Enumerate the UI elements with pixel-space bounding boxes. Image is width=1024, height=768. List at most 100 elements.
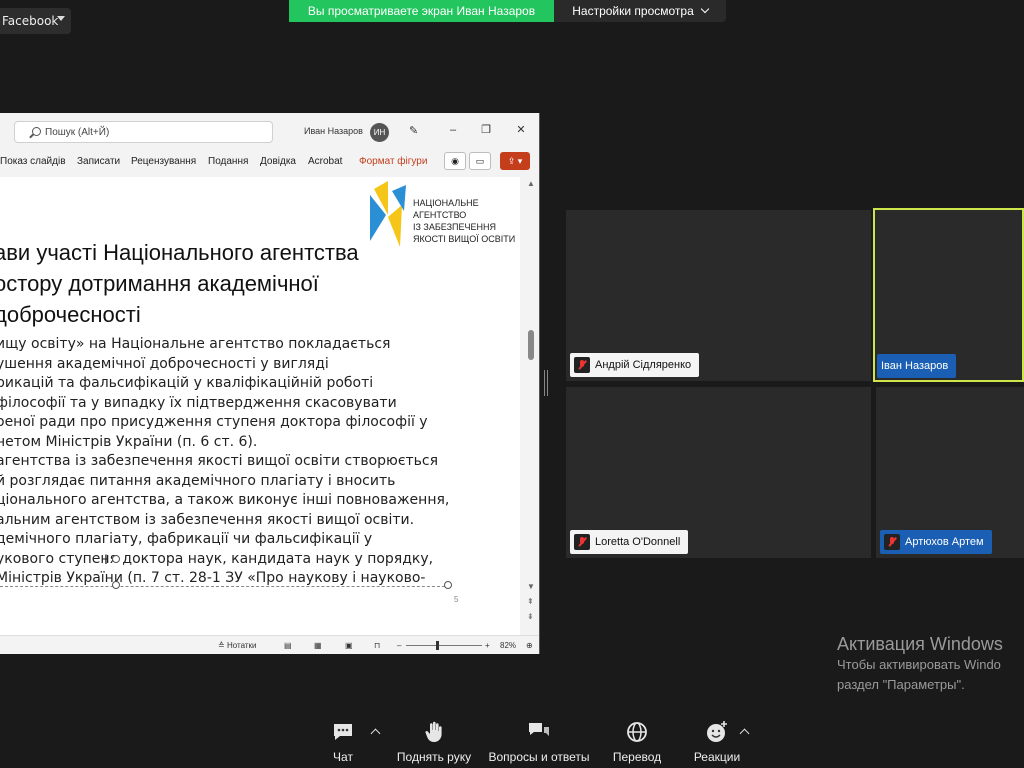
pen-icon[interactable]: ✎ [409,125,421,137]
resize-handle[interactable] [112,581,120,589]
heading-line: доброчесності [0,302,141,327]
participant-tile[interactable]: Артюхов Артем [876,387,1024,558]
page-number: 5 [454,595,459,604]
tab-review[interactable]: Рецензування [131,156,196,167]
page-down-icon[interactable]: ⇟ [527,612,534,621]
slide-sorter-icon[interactable]: ▦ [314,641,322,650]
body-line: філософії та у випадку їх підтвердження … [0,394,397,411]
activation-line: Чтобы активировать Windo [837,657,1001,672]
chat-options-icon[interactable] [370,728,381,739]
body-line: альним агентством із забезпечення якості… [0,511,415,528]
view-options-label: Настройки просмотра [572,4,694,18]
zoom-slider[interactable] [406,645,482,646]
notes-button[interactable]: ≙ Нотатки [218,641,256,650]
participant-name: Loretta O'Donnell [595,536,681,548]
screen-share-banner: Вы просматриваете экран Иван Назаров [289,0,554,22]
mic-muted-icon [574,534,590,550]
restore-icon[interactable]: ❐ [480,124,492,136]
selection-border [0,586,450,587]
comment-icon[interactable]: ▭ [469,152,491,170]
body-line: демічного плагіату, фабрикації чи фальси… [0,531,373,547]
facebook-dropdown-label: Facebook [2,14,59,28]
slide-body: ищу освіту» на Національне агентство пок… [0,335,460,589]
rotate-handle[interactable] [112,555,120,563]
participant-name: Андрій Сідляренко [595,359,692,371]
zoom-level[interactable]: 82% [500,641,516,650]
chat-label: Чат [333,750,353,764]
fit-slide-icon[interactable]: ⊕ [526,641,533,650]
translate-button[interactable]: Перевод [610,720,664,768]
globe-icon [627,722,647,742]
body-line: рикацій та фальсифікацій у кваліфікаційн… [0,375,374,391]
tab-help[interactable]: Довідка [260,156,296,167]
zoom-slider-knob[interactable] [436,641,439,650]
chat-icon [334,724,352,740]
mic-muted-icon [884,534,900,550]
mic-muted-icon [574,357,590,373]
heading-line: остору дотримання академічної [0,271,319,296]
minimize-icon[interactable]: – [447,124,459,136]
scroll-up-icon[interactable]: ▲ [527,179,535,188]
facebook-dropdown[interactable]: Facebook [0,8,71,34]
heading-line: ави участі Національного агентства [0,240,359,265]
normal-view-icon[interactable]: ▤ [284,641,292,650]
participant-tile[interactable]: Loretta O'Donnell [566,387,871,558]
search-icon [32,127,41,136]
chevron-down-icon [700,4,710,14]
record-icon[interactable]: ◉ [444,152,466,170]
share-icon[interactable]: ⇪ ▾ [500,152,530,170]
tab-slideshow[interactable]: Показ слайдів [0,156,66,167]
splitter-handle[interactable] [544,370,548,396]
body-line: укового ступеня доктора наук, кандидата … [0,550,434,567]
body-line: нетом Міністрів України (п. 6 ст. 6). [0,433,258,450]
body-line: агентства із забезпечення якості вищої о… [0,453,439,469]
participant-name-tag: Іван Назаров [877,354,957,378]
body-line: ищу освіту» на Національне агентство пок… [0,336,391,352]
zoom-out-icon[interactable]: – [397,641,401,650]
activation-title: Активация Windows [837,634,1003,654]
participant-name: Іван Назаров [881,360,949,372]
reactions-button[interactable]: Реакции [692,720,742,768]
tab-shape-format[interactable]: Формат фігури [359,156,427,167]
windows-activation-watermark: Активация Windows Чтобы активировать Win… [837,633,1003,695]
ppt-statusbar: ≙ Нотатки ▤ ▦ ▣ ⊓ – + 82% ⊕ [0,635,539,654]
body-line: оеної ради про присудження ступеня докто… [0,414,428,430]
tab-acrobat[interactable]: Acrobat [308,156,342,167]
hand-icon [425,721,442,742]
avatar[interactable]: ИН [370,123,389,142]
resize-handle[interactable] [444,581,452,589]
notes-label: Нотатки [226,641,257,650]
slide-canvas[interactable]: НАЦІОНАЛЬНЕ АГЕНТСТВО ІЗ ЗАБЕЗПЕЧЕННЯ ЯК… [0,177,520,635]
vertical-scrollbar[interactable]: ▲ ▼ ⇞ ⇟ [522,177,539,635]
scroll-thumb[interactable] [528,330,534,360]
participant-name-tag: Артюхов Артем [880,530,992,554]
qa-button[interactable]: Вопросы и ответы [486,720,592,768]
chat-button[interactable]: Чат [326,720,360,768]
participant-tile[interactable]: Андрій Сідляренко [566,210,871,381]
page-up-icon[interactable]: ⇞ [527,597,534,606]
ppt-search-input[interactable]: Пошук (Alt+Й) [14,121,273,143]
scroll-down-icon[interactable]: ▼ [527,582,535,591]
ppt-titlebar: Пошук (Alt+Й) Иван Назаров ИН ✎ – ❐ ✕ [0,113,539,149]
participant-name-tag: Loretta O'Donnell [570,530,689,554]
reading-view-icon[interactable]: ▣ [345,641,353,650]
ppt-user-name: Иван Назаров [304,126,363,136]
body-line: ушення академічної доброчесності у вигля… [0,355,329,372]
shared-screen: Пошук (Alt+Й) Иван Назаров ИН ✎ – ❐ ✕ По… [0,113,540,654]
participant-name-tag: Андрій Сідляренко [570,353,700,377]
zoom-in-icon[interactable]: + [485,641,490,650]
qa-label: Вопросы и ответы [488,750,590,764]
tab-view[interactable]: Подання [208,156,248,167]
slideshow-icon[interactable]: ⊓ [374,641,380,650]
ppt-search-placeholder: Пошук (Alt+Й) [45,126,110,138]
raise-hand-label: Поднять руку [396,750,472,764]
ppt-ribbon: Показ слайдів Записати Рецензування Пода… [0,149,539,173]
body-line: ціонального агентства, а також виконує і… [0,492,450,508]
caret-down-icon [57,16,65,21]
close-icon[interactable]: ✕ [515,124,527,136]
tab-record[interactable]: Записати [77,156,120,167]
participant-tile-active-speaker[interactable]: Іван Назаров [873,208,1024,382]
view-options-button[interactable]: Настройки просмотра [554,0,726,22]
text-cursor-icon: I [104,551,108,567]
raise-hand-button[interactable]: Поднять руку [394,720,474,768]
